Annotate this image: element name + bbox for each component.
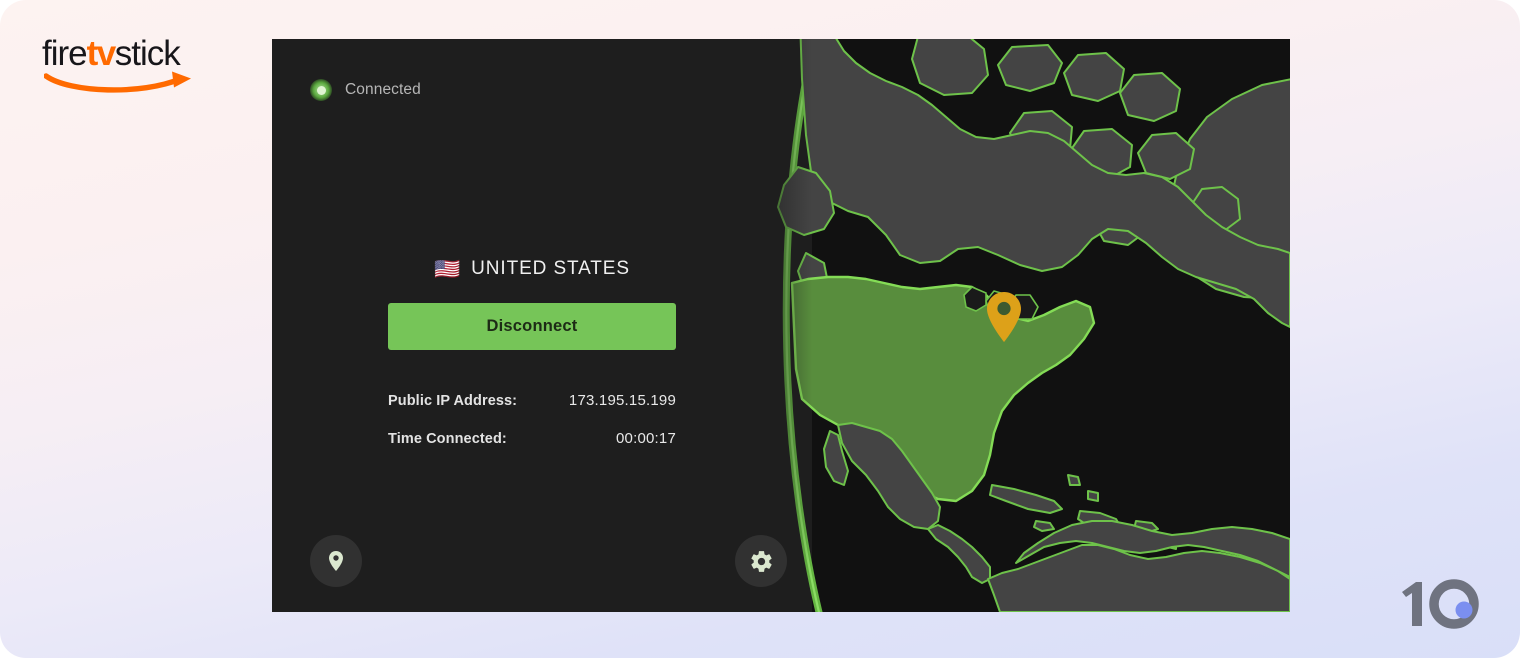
brand-text-fire: fire (42, 34, 88, 73)
amazon-smile-arrow-icon (44, 71, 191, 93)
settings-button[interactable] (735, 535, 787, 587)
connection-details: Public IP Address: 173.195.15.199 Time C… (388, 392, 676, 468)
status-label: Connected (345, 81, 421, 98)
gear-icon (750, 550, 772, 572)
watermark-10-logo (1402, 579, 1479, 629)
connection-status: Connected (310, 79, 421, 101)
map-marker-pin-icon (987, 292, 1021, 342)
time-connected-label: Time Connected: (388, 431, 507, 447)
public-ip-label: Public IP Address: (388, 393, 518, 409)
location-button[interactable] (310, 535, 362, 587)
detail-row-time-connected: Time Connected: 00:00:17 (388, 430, 676, 447)
brand-text-tv: tv (86, 34, 117, 73)
vpn-app-panel: Connected 🇺🇸 UNITED STATES Disconnect Pu… (272, 39, 1290, 612)
detail-row-public-ip: Public IP Address: 173.195.15.199 (388, 392, 676, 409)
page-root: firetvstick Connected 🇺🇸 UNITED STATES D… (0, 0, 1520, 658)
brand-wordmark: firetvstick (42, 36, 242, 71)
country-flag-icon: 🇺🇸 (434, 257, 461, 281)
public-ip-value: 173.195.15.199 (568, 392, 676, 409)
brand-text-stick: stick (114, 34, 181, 73)
time-connected-value: 00:00:17 (616, 430, 676, 447)
disconnect-button[interactable]: Disconnect (388, 303, 676, 350)
connected-country: 🇺🇸 UNITED STATES (388, 258, 676, 280)
location-pin-icon (329, 551, 343, 571)
top10vpn-watermark (1396, 576, 1488, 632)
status-indicator-icon (310, 79, 332, 101)
country-name-label: UNITED STATES (471, 258, 630, 279)
fire-tv-stick-logo: firetvstick (42, 36, 242, 96)
status-indicator-core (316, 85, 326, 95)
